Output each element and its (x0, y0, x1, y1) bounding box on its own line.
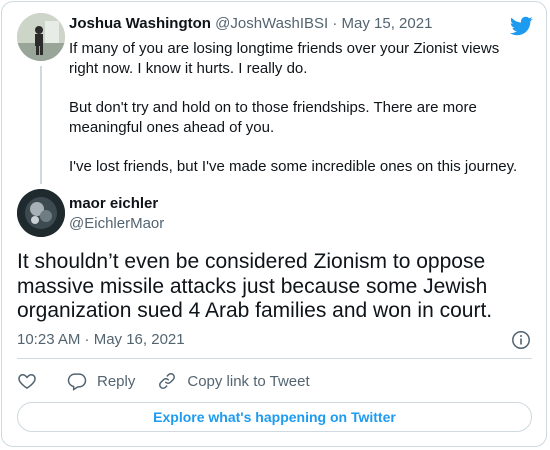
parent-paragraph: But don't try and hold on to those frien… (69, 99, 477, 136)
copy-link-label: Copy link to Tweet (187, 372, 310, 390)
copy-link-button[interactable]: Copy link to Tweet (157, 371, 310, 391)
info-icon[interactable] (511, 330, 531, 350)
twitter-bird-icon[interactable] (509, 14, 533, 38)
parent-tweet-date[interactable]: May 15, 2021 (342, 15, 433, 32)
parent-author-name[interactable]: Joshua Washington (69, 15, 211, 32)
thread-connector-line (40, 66, 42, 184)
explore-twitter-button[interactable]: Explore what's happening on Twitter (17, 402, 532, 432)
reply-author-avatar[interactable] (17, 189, 65, 237)
speech-bubble-icon (67, 373, 87, 391)
parent-tweet-header: Joshua Washington @JoshWashIBSI · May 15… (69, 15, 432, 32)
reply-author-handle[interactable]: @EichlerMaor (69, 215, 164, 232)
parent-paragraph: I've lost friends, but I've made some in… (69, 158, 518, 175)
reply-author-name[interactable]: maor eichler (69, 195, 158, 212)
header-separator: · (332, 15, 338, 32)
like-button[interactable] (17, 371, 37, 391)
parent-paragraph: If many of you are losing longtime frien… (69, 40, 500, 77)
parent-author-avatar[interactable] (17, 13, 65, 61)
profile-photo-icon (17, 189, 65, 237)
reply-timestamp[interactable]: 10:23 AM · May 16, 2021 (17, 331, 185, 348)
parent-tweet-text: If many of you are losing longtime frien… (69, 39, 529, 177)
reply-label: Reply (97, 372, 136, 390)
action-divider (17, 358, 532, 359)
heart-icon (18, 373, 36, 389)
parent-author-handle[interactable]: @JoshWashIBSI (215, 15, 328, 32)
link-icon (159, 373, 176, 389)
reply-button[interactable]: Reply (67, 371, 135, 391)
reply-tweet-text: It shouldn’t even be considered Zionism … (17, 250, 493, 322)
tweet-actions: Reply Copy link to Tweet (17, 369, 310, 393)
profile-photo-icon (17, 13, 65, 61)
